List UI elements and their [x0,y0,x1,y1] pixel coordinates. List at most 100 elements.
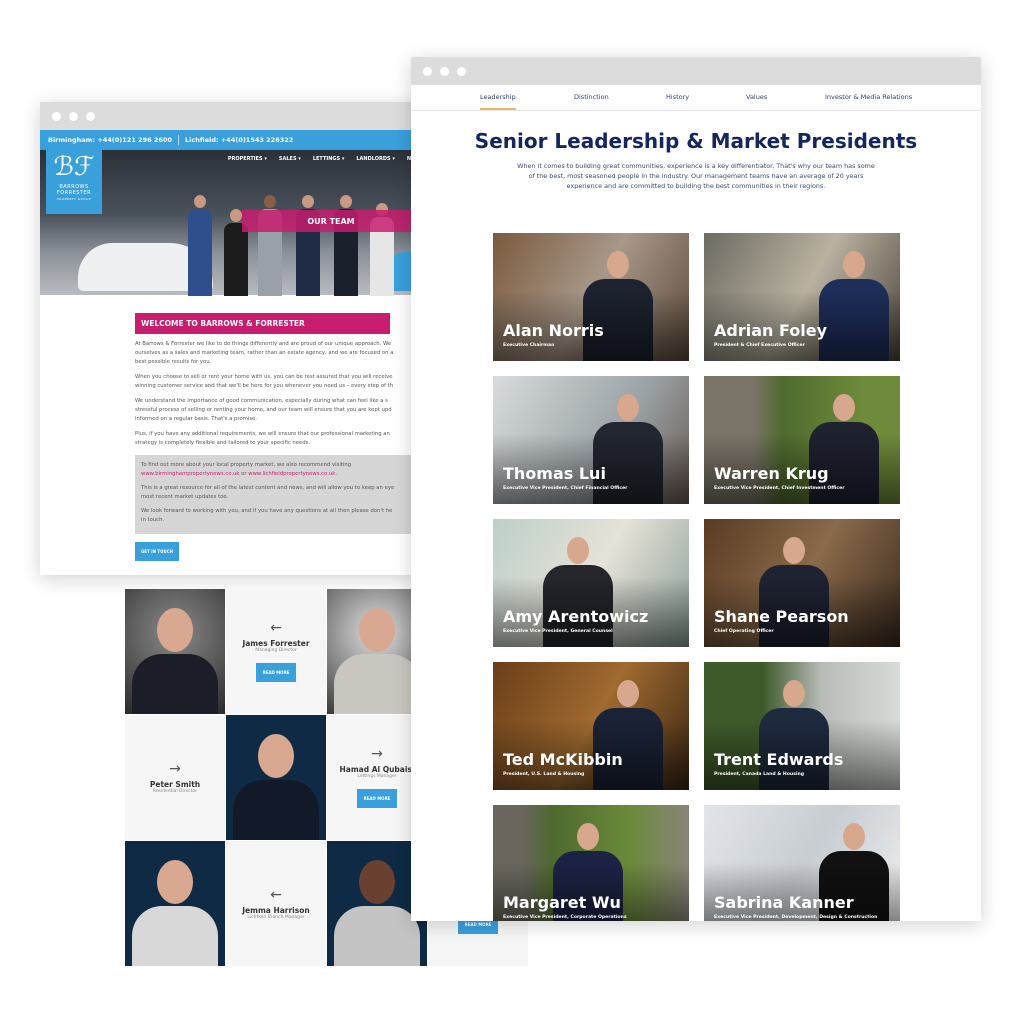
window-dot[interactable] [52,111,61,121]
paragraph: We understand the importance of good com… [135,398,392,422]
lichfield-news-link[interactable]: www.lichfieldpropertynews.co.uk. [248,471,337,477]
team-role: Managing Director [255,648,297,653]
get-in-touch-button[interactable]: GET IN TOUCH [135,542,180,561]
nav-properties[interactable]: PROPERTIES ▾ [228,156,267,162]
nav-sales[interactable]: SALES ▾ [279,156,301,162]
leader-name: Shane Pearson [714,607,849,626]
leader-name: Sabrina Kanner [714,893,854,912]
arrow-right-icon: → [371,746,383,762]
birmingham-phone[interactable]: Birmingham: +44(0)121 296 2600 [48,136,172,144]
team-role: Lichfield Branch Manager [247,914,305,920]
info-box: To find out more about your local proper… [135,455,420,534]
leader-title: Executive Chairman [503,343,555,348]
photo-overlay [493,519,689,647]
welcome-section: WELCOME TO BARROWS & FORRESTER At Barrow… [40,295,420,561]
leader-title: President, Canada Land & Housing [714,772,805,777]
team-card: ← Jemma Harrison Lichfield Branch Manage… [226,841,326,966]
section-tabs: Leadership Distinction History Values In… [411,85,981,111]
leader-card[interactable]: Margaret Wu Executive Vice President, Cor… [493,805,689,921]
leader-card[interactable]: Thomas Lui Executive Vice President, Chie… [493,376,689,504]
welcome-heading: WELCOME TO BARROWS & FORRESTER [135,313,390,334]
window-dot[interactable] [440,66,449,76]
leader-card[interactable]: Amy Arentowicz Executive Vice President, … [493,519,689,647]
leader-title: Executive Vice President, Development, D… [714,915,878,920]
tab-investor-media-relations[interactable]: Investor & Media Relations [825,93,912,101]
leader-card[interactable]: Adrian Foley President & Chief Executive … [704,233,900,361]
leader-name: Trent Edwards [714,750,844,769]
photo-overlay [493,662,689,790]
leader-card[interactable]: Ted McKibbin President, U.S. Land & Housi… [493,662,689,790]
leader-title: President & Chief Executive Officer [714,343,805,348]
team-name: James Forrester [242,639,310,648]
tab-distinction[interactable]: Distinction [574,93,609,101]
window-dot[interactable] [69,111,78,121]
page-title: Senior Leadership & Market Presidents [474,129,918,153]
nav-landlords[interactable]: LANDLORDS ▾ [356,156,395,162]
leader-name: Margaret Wu [503,893,621,912]
barrows-forrester-window: Birmingham: +44(0)121 296 2600 Lichfield… [40,102,420,575]
leader-title: Chief Operating Officer [714,629,774,634]
leader-card[interactable]: Trent Edwards President, Canada Land & Ho… [704,662,900,790]
leader-name: Amy Arentowicz [503,607,649,626]
team-photo[interactable] [125,841,225,966]
window-title-bar [411,57,981,85]
hero-image: ℬℱ BARROWS FORRESTER PROPERTY GROUP PROP… [40,150,420,296]
photo-overlay [704,519,900,647]
leader-title: Executive Vice President, General Counse… [503,629,613,634]
leader-title: Executive Vice President, Corporate Oper… [503,915,627,920]
leader-card[interactable]: Shane Pearson Chief Operating Officer [704,519,900,647]
team-photo[interactable] [125,589,225,714]
team-name: Peter Smith [149,779,201,789]
lichfield-phone[interactable]: Lichfield: +44(0)1543 226322 [185,136,293,144]
birmingham-news-link[interactable]: www.birminghampropertynews.co.uk [141,471,239,477]
team-photo[interactable] [226,715,326,840]
main-nav: PROPERTIES ▾ SALES ▾ LETTINGS ▾ LANDLORD… [228,156,420,162]
leader-title: President, U.S. Land & Housing [503,772,585,777]
window-title-bar [40,102,420,130]
leader-name: Adrian Foley [714,321,828,340]
leader-name: Alan Norris [503,321,604,340]
leader-card[interactable]: Sabrina Kanner Executive Vice President, … [704,805,900,921]
tab-leadership[interactable]: Leadership [480,93,516,110]
team-card: → Peter Smith Residential Director [125,715,225,840]
photo-overlay [704,233,900,361]
read-more-button[interactable]: READ MORE [255,663,297,682]
tab-values[interactable]: Values [746,93,767,101]
leadership-window: Leadership Distinction History Values In… [411,57,981,921]
read-more-button[interactable]: READ MORE [356,789,398,808]
window-dot[interactable] [423,66,432,76]
barrows-forrester-logo[interactable]: ℬℱ BARROWS FORRESTER PROPERTY GROUP [46,150,102,214]
photo-overlay [704,662,900,790]
team-role: Lettings Manager [357,774,397,779]
arrow-left-icon: ← [270,620,282,636]
leader-name: Thomas Lui [503,464,606,483]
person-figure [188,195,212,296]
tab-history[interactable]: History [666,93,689,101]
page-intro: When it comes to building great communit… [517,162,875,190]
arrow-right-icon: → [169,760,181,777]
window-dot[interactable] [457,66,466,76]
divider [178,135,180,145]
team-name: Jemma Harrison [242,905,310,915]
nav-lettings[interactable]: LETTINGS ▾ [313,156,345,162]
leader-card[interactable]: Alan Norris Executive Chairman [493,233,689,361]
leader-title: Executive Vice President, Chief Financia… [503,486,628,491]
our-team-banner: OUR TEAM [242,210,420,232]
paragraph: Plus, if you have any additional require… [135,431,390,446]
team-name: Hamad Al Qubaisi [339,765,415,774]
team-role: Residential Director [152,788,198,794]
logo-monogram: ℬℱ [53,152,95,182]
photo-overlay [493,376,689,504]
contact-bar: Birmingham: +44(0)121 296 2600 Lichfield… [40,130,420,150]
window-dot[interactable] [86,111,95,121]
leader-name: Ted McKibbin [503,750,623,769]
paragraph: When you choose to sell or rent your hom… [135,374,394,389]
team-card: ← James Forrester Managing Director READ… [226,589,326,714]
paragraph: At Barrows & Forrester we like to do thi… [135,341,394,365]
leader-card[interactable]: Warren Krug Executive Vice President, Chi… [704,376,900,504]
arrow-left-icon: ← [270,886,282,903]
photo-overlay [493,233,689,361]
leader-name: Warren Krug [714,464,829,483]
leader-title: Executive Vice President, Chief Investme… [714,486,845,491]
photo-overlay [704,376,900,504]
